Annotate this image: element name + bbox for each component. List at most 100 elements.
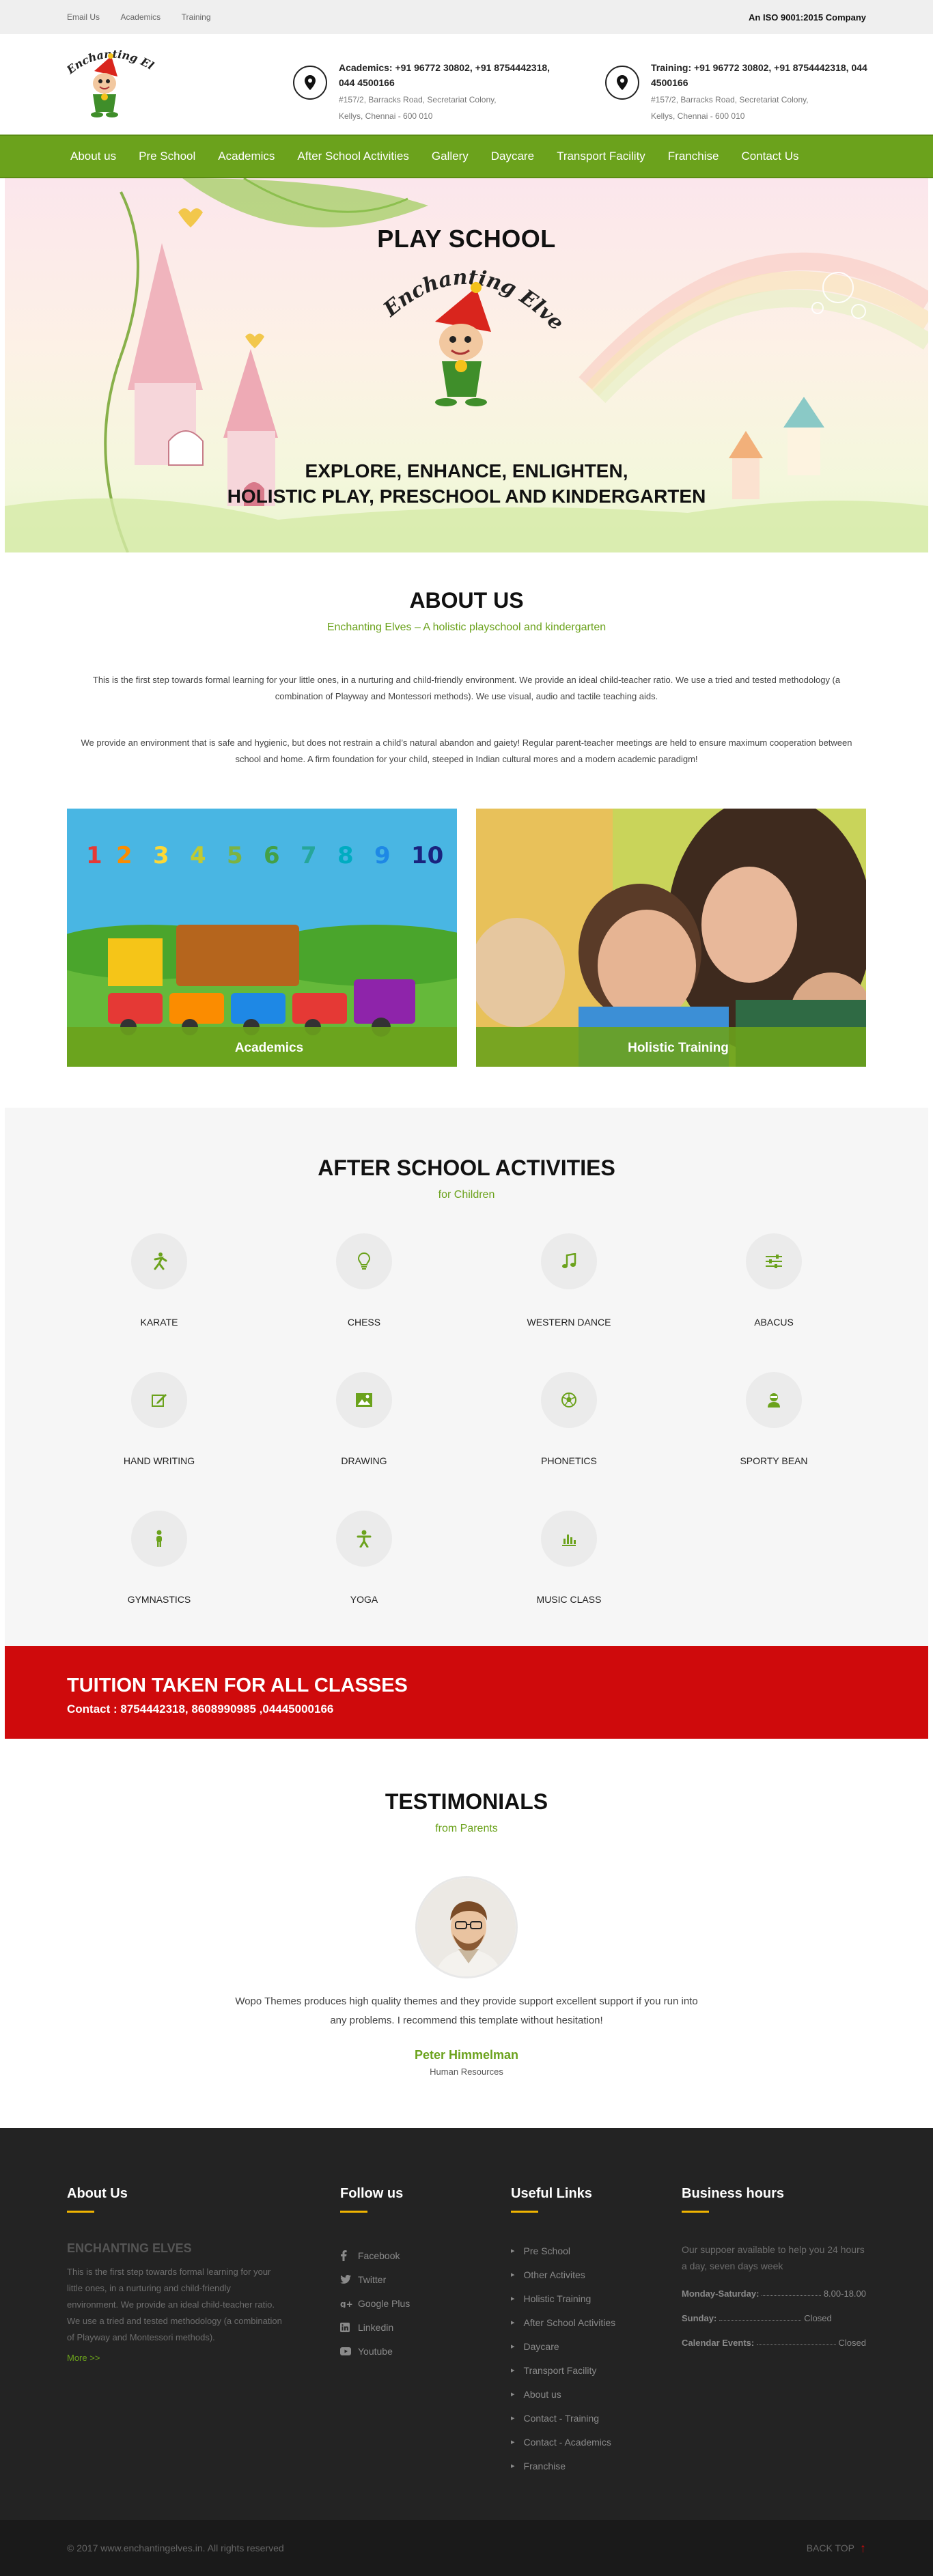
activity-gymnastics[interactable]: GYMNASTICS (57, 1511, 262, 1605)
site-logo[interactable]: Enchanting Elves (63, 33, 156, 126)
top-links: Email Us Academics Training (67, 11, 229, 23)
sliders-icon (746, 1233, 802, 1289)
nav-transport[interactable]: Transport Facility (557, 150, 645, 163)
footer-more-link[interactable]: More >> (67, 2353, 340, 2363)
contact-training-address: #157/2, Barracks Road, Secretariat Colon… (651, 95, 809, 121)
footer-link[interactable]: ▸ Daycare (511, 2334, 682, 2358)
footer-link[interactable]: ▸ Franchise (511, 2454, 682, 2478)
footer-link-label: Contact - Training (523, 2412, 600, 2424)
karate-icon (131, 1233, 187, 1289)
top-bar: Email Us Academics Training An ISO 9001:… (0, 0, 933, 34)
footer-title-underline (340, 2211, 367, 2213)
social-linkedin[interactable]: Linkedin (340, 2315, 511, 2339)
nav-after-school[interactable]: After School Activities (297, 150, 408, 163)
footer: About Us ENCHANTING ELVES This is the fi… (0, 2128, 933, 2520)
footer-link-label: Contact - Academics (523, 2436, 611, 2448)
footer-link[interactable]: ▸ Contact - Training (511, 2406, 682, 2430)
footer-link[interactable]: ▸ Other Activites (511, 2263, 682, 2286)
about-paragraph-2: We provide an environment that is safe a… (81, 738, 852, 764)
activities-grid: KARATE CHESS WESTERN DANCE ABACUS HAND W… (5, 1233, 928, 1605)
social-twitter[interactable]: Twitter (340, 2267, 511, 2291)
footer-link[interactable]: ▸ Contact - Academics (511, 2430, 682, 2454)
about-subtitle: Enchanting Elves – A holistic playschool… (326, 621, 607, 633)
nav-franchise[interactable]: Franchise (668, 150, 719, 163)
activity-phonetics[interactable]: PHONETICS (466, 1372, 671, 1466)
about-title: ABOUT US (409, 588, 524, 613)
music-note-icon (541, 1233, 597, 1289)
top-link-training[interactable]: Training (182, 12, 211, 22)
social-google-plus[interactable]: g+ Google Plus (340, 2291, 511, 2315)
footer-links-title: Useful Links (511, 2186, 592, 2201)
hours-day: Monday-Saturday: (682, 2288, 760, 2299)
copyright-bar: © 2017 www.enchantingelves.in. All right… (0, 2520, 933, 2576)
activity-label: HAND WRITING (123, 1455, 195, 1466)
tuition-title: TUITION TAKEN FOR ALL CLASSES (67, 1675, 408, 1696)
activity-label: MUSIC CLASS (536, 1594, 602, 1605)
social-label: Google Plus (358, 2297, 410, 2309)
nav-about-us[interactable]: About us (70, 150, 116, 163)
activity-karate[interactable]: KARATE (57, 1233, 262, 1328)
activity-label: SPORTY BEAN (740, 1455, 808, 1466)
card-academics[interactable]: 1 2 3 4 5 6 7 8 9 10 Academics (67, 809, 457, 1067)
nav-pre-school[interactable]: Pre School (139, 150, 195, 163)
svg-text:g+: g+ (340, 2299, 352, 2308)
social-youtube[interactable]: Youtube (340, 2339, 511, 2363)
card-number: 2 (116, 842, 133, 869)
contact-academics-phones: Academics: +91 96772 30802, +91 87544423… (339, 62, 551, 88)
card-number: 8 (337, 842, 354, 869)
testimonials-subtitle: from Parents (435, 1823, 498, 1834)
footer-follow: Follow us Facebook Twitter g+ Google Plu… (340, 2186, 511, 2478)
activity-hand-writing[interactable]: HAND WRITING (57, 1372, 262, 1466)
top-link-academics[interactable]: Academics (120, 12, 161, 22)
footer-link[interactable]: ▸ After School Activities (511, 2310, 682, 2334)
footer-link[interactable]: ▸ Pre School (511, 2239, 682, 2263)
footer-title-underline (682, 2211, 709, 2213)
social-facebook[interactable]: Facebook (340, 2243, 511, 2267)
footer-about-title: About Us (67, 2186, 128, 2201)
activity-chess[interactable]: CHESS (262, 1233, 466, 1328)
nav-academics[interactable]: Academics (218, 150, 275, 163)
nav-daycare[interactable]: Daycare (491, 150, 534, 163)
caret-right-icon: ▸ (511, 2366, 515, 2375)
back-to-top-button[interactable]: BACK TOP ↑ (807, 2541, 866, 2556)
footer-link-label: Franchise (523, 2460, 566, 2472)
activity-western-dance[interactable]: WESTERN DANCE (466, 1233, 671, 1328)
activity-abacus[interactable]: ABACUS (671, 1233, 876, 1328)
card-holistic-training[interactable]: Holistic Training (476, 809, 866, 1067)
card-number: 9 (374, 842, 391, 869)
back-to-top-label: BACK TOP (806, 2543, 854, 2553)
caret-right-icon: ▸ (511, 2342, 515, 2351)
hours-intro: Our suppoer available to help you 24 hou… (682, 2244, 865, 2271)
footer-link[interactable]: ▸ Transport Facility (511, 2358, 682, 2382)
nav-gallery[interactable]: Gallery (432, 150, 469, 163)
activity-music-class[interactable]: MUSIC CLASS (466, 1511, 671, 1605)
footer-link[interactable]: ▸ About us (511, 2382, 682, 2406)
yoga-icon (336, 1511, 392, 1567)
social-label: Twitter (358, 2273, 387, 2285)
testimonials-section: TESTIMONIALS from Parents Wopo Themes pr… (0, 1739, 933, 2128)
social-label: Youtube (358, 2345, 393, 2357)
activities-title: AFTER SCHOOL ACTIVITIES (318, 1156, 615, 1180)
nav-contact-us[interactable]: Contact Us (741, 150, 798, 163)
elf-logo-graphic: Enchanting Elves (63, 33, 156, 117)
about-cards: 1 2 3 4 5 6 7 8 9 10 Academics Holistic … (67, 809, 866, 1067)
activities-section: AFTER SCHOOL ACTIVITIES for Children KAR… (5, 1108, 928, 1646)
footer-title-underline (67, 2211, 94, 2213)
hero-title: PLAY SCHOOL (377, 225, 556, 253)
activity-yoga[interactable]: YOGA (262, 1511, 466, 1605)
picture-icon (336, 1372, 392, 1428)
hours-value: Closed (804, 2313, 832, 2323)
hours-row: Calendar Events: Closed (682, 2338, 866, 2348)
activity-label: PHONETICS (541, 1455, 597, 1466)
activity-sporty-bean[interactable]: SPORTY BEAN (671, 1372, 876, 1466)
youtube-icon (340, 2347, 358, 2355)
footer-link[interactable]: ▸ Holistic Training (511, 2286, 682, 2310)
hero-tagline-2: HOLISTIC PLAY, PRESCHOOL AND KINDERGARTE… (227, 486, 706, 507)
top-link-email[interactable]: Email Us (67, 12, 100, 22)
footer-about-text: This is the first step towards formal le… (67, 2267, 282, 2342)
card-number: 7 (301, 842, 317, 869)
activity-drawing[interactable]: DRAWING (262, 1372, 466, 1466)
twitter-icon (340, 2275, 358, 2284)
about-section: ABOUT US Enchanting Elves – A holistic p… (0, 552, 933, 1067)
hero-banner: Enchanting Elves PLAY SCHOOL EXPLORE, EN… (5, 178, 928, 552)
